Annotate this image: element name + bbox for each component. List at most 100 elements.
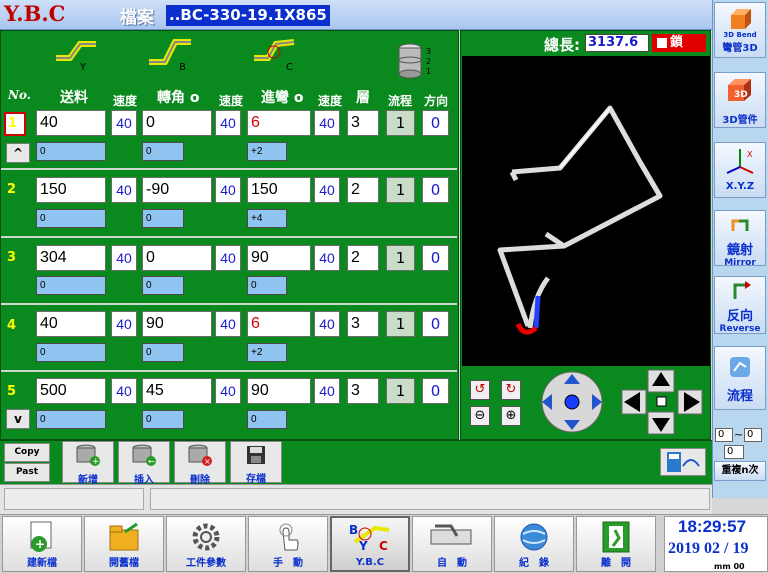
direction-input[interactable]: 0 — [422, 378, 449, 404]
flow-button[interactable]: 流程 — [714, 346, 766, 410]
feed-input[interactable]: 500 — [36, 378, 106, 404]
copy-button[interactable]: Copy — [4, 443, 50, 462]
rotate-input[interactable]: 0 — [142, 110, 212, 136]
feed-sub-input[interactable]: 0 — [36, 276, 106, 295]
work-params-button[interactable]: 工件參數 — [166, 516, 246, 572]
reverse-button[interactable]: 反向 Reverse — [714, 276, 766, 334]
speed-input[interactable]: 40 — [314, 378, 340, 404]
direction-input[interactable]: 0 — [422, 245, 449, 271]
save-button[interactable]: 存檔 — [230, 441, 282, 485]
zoom-in-button[interactable]: ⊕ — [501, 406, 521, 426]
feed-sub-input[interactable]: 0 — [36, 343, 106, 362]
feed-sub-input[interactable]: 0 — [36, 209, 106, 228]
layer-input[interactable]: 3 — [347, 311, 379, 337]
bend-3d-button[interactable]: 3D Bend 彎管3D — [714, 2, 766, 58]
scroll-down-button[interactable]: v — [6, 409, 30, 429]
speed-input[interactable]: 40 — [111, 177, 137, 203]
feed-sub-input[interactable]: 0 — [36, 410, 106, 429]
pan-control-pad[interactable] — [536, 370, 608, 434]
auto-mode-button[interactable]: 自 動 — [412, 516, 492, 572]
bend-sub-input[interactable]: +2 — [247, 343, 287, 362]
rotate-view-pad[interactable] — [620, 368, 704, 436]
svg-text:3D: 3D — [734, 90, 748, 100]
direction-input[interactable]: 0 — [422, 110, 449, 136]
new-file-button[interactable]: + 建新檔 — [2, 516, 82, 572]
svg-text:B: B — [349, 523, 358, 537]
tube-3d-button[interactable]: 3D 3D管件 — [714, 72, 766, 128]
speed-input[interactable]: 40 — [314, 177, 340, 203]
speed-input[interactable]: 40 — [215, 378, 241, 404]
feed-input[interactable]: 40 — [36, 110, 106, 136]
speed-input[interactable]: 40 — [111, 110, 137, 136]
speed-input[interactable]: 40 — [215, 311, 241, 337]
bend-sub-input[interactable]: 0 — [247, 410, 287, 429]
flow-input[interactable]: 1 — [386, 378, 415, 404]
direction-input[interactable]: 0 — [422, 177, 449, 203]
speed-input[interactable]: 40 — [314, 110, 340, 136]
repeat-n-button[interactable]: 重複n次 — [714, 461, 766, 481]
feed-input[interactable]: 40 — [36, 311, 106, 337]
flow-input[interactable]: 1 — [386, 110, 415, 136]
3d-tube-viewport[interactable] — [462, 56, 710, 366]
bend-sub-input[interactable]: 0 — [247, 276, 287, 295]
bend-sub-input[interactable]: +2 — [247, 142, 287, 161]
paste-button[interactable]: Past — [4, 463, 50, 482]
repeat-to-input[interactable]: 0 — [744, 428, 762, 442]
rotate-cw-button[interactable]: ↻ — [501, 380, 521, 400]
calculator-button[interactable] — [660, 448, 706, 476]
xyz-axes-icon: X — [726, 149, 754, 174]
rotate-ccw-button[interactable]: ↺ — [470, 380, 490, 400]
speed-input[interactable]: 40 — [314, 311, 340, 337]
layer-input[interactable]: 2 — [347, 177, 379, 203]
flow-input[interactable]: 1 — [386, 177, 415, 203]
open-file-button[interactable]: 開舊檔 — [84, 516, 164, 572]
zoom-out-button[interactable]: ⊖ — [470, 406, 490, 426]
feed-sub-input[interactable]: 0 — [36, 142, 106, 161]
rotate-sub-input[interactable]: 0 — [142, 343, 184, 362]
flow-input[interactable]: 1 — [386, 311, 415, 337]
bend-sub-input[interactable]: +4 — [247, 209, 287, 228]
direction-input[interactable]: 0 — [422, 311, 449, 337]
exit-button[interactable]: 離 開 — [576, 516, 656, 572]
bend-input[interactable]: 90 — [247, 245, 311, 271]
rotate-input[interactable]: -90 — [142, 177, 212, 203]
feed-input[interactable]: 150 — [36, 177, 106, 203]
rotate-input[interactable]: 90 — [142, 311, 212, 337]
rotate-sub-input[interactable]: 0 — [142, 410, 184, 429]
rotate-sub-input[interactable]: 0 — [142, 142, 184, 161]
speed-input[interactable]: 40 — [314, 245, 340, 271]
flow-input[interactable]: 1 — [386, 245, 415, 271]
bend-input[interactable]: 90 — [247, 378, 311, 404]
file-name-field[interactable]: ..BC-330-19.1X865 — [166, 5, 330, 26]
speed-input[interactable]: 40 — [111, 378, 137, 404]
scroll-up-button[interactable]: ^ — [6, 143, 30, 163]
speed-input[interactable]: 40 — [215, 110, 241, 136]
bend-input[interactable]: 6 — [247, 311, 311, 337]
bend-input[interactable]: 150 — [247, 177, 311, 203]
rotate-input[interactable]: 45 — [142, 378, 212, 404]
speed-input[interactable]: 40 — [111, 311, 137, 337]
speed-input[interactable]: 40 — [111, 245, 137, 271]
mirror-button[interactable]: 鏡射 Mirror — [714, 210, 766, 268]
rotate-input[interactable]: 0 — [142, 245, 212, 271]
repeat-from-input[interactable]: 0 — [715, 428, 733, 442]
bend-input[interactable]: 6 — [247, 110, 311, 136]
layer-input[interactable]: 2 — [347, 245, 379, 271]
clock-units: mm 00 — [714, 562, 745, 571]
add-row-button[interactable]: + 新增 — [62, 441, 114, 486]
insert-row-button[interactable]: ← 插入 — [118, 441, 170, 486]
ybc-mode-button[interactable]: BYC Y.B.C — [330, 516, 410, 572]
speed-input[interactable]: 40 — [215, 177, 241, 203]
xyz-button[interactable]: X X.Y.Z — [714, 142, 766, 198]
lock-checkbox[interactable] — [657, 38, 667, 48]
manual-mode-button[interactable]: 手 動 — [248, 516, 328, 572]
feed-input[interactable]: 304 — [36, 245, 106, 271]
rotate-sub-input[interactable]: 0 — [142, 276, 184, 295]
layer-input[interactable]: 3 — [347, 378, 379, 404]
rotate-sub-input[interactable]: 0 — [142, 209, 184, 228]
speed-input[interactable]: 40 — [215, 245, 241, 271]
repeat-count-input[interactable]: 0 — [724, 445, 744, 459]
delete-row-button[interactable]: × 刪除 — [174, 441, 226, 486]
record-button[interactable]: 紀 錄 — [494, 516, 574, 572]
layer-input[interactable]: 3 — [347, 110, 379, 136]
